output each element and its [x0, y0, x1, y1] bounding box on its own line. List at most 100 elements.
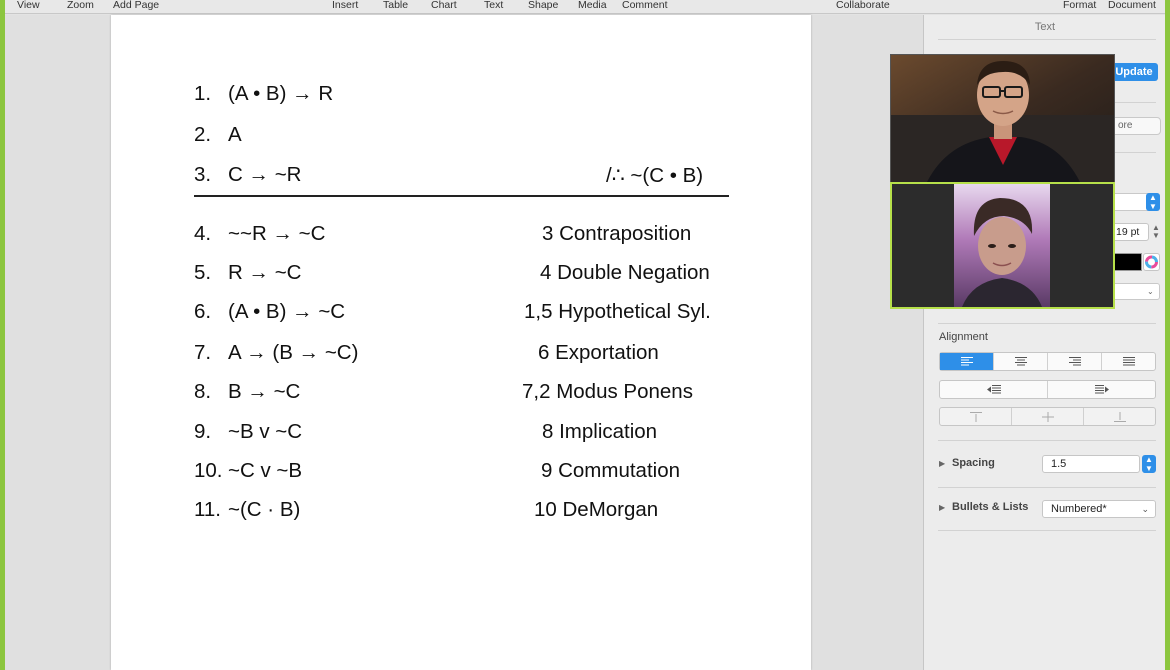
align-right-button[interactable] [1048, 353, 1102, 370]
line-number: 5. [194, 261, 212, 284]
align-right-icon [1068, 357, 1081, 366]
shape-button[interactable]: Shape [528, 0, 558, 11]
line-number: 2. [194, 123, 212, 146]
bullets-lists-select[interactable]: Numbered* ⌄ [1042, 500, 1156, 518]
line-formula: R → ~C [228, 261, 302, 284]
chevron-updown-icon[interactable]: ▲ ▼ [1142, 455, 1156, 473]
table-button[interactable]: Table [383, 0, 408, 11]
color-wheel-icon [1145, 255, 1158, 269]
color-wheel-button[interactable] [1143, 253, 1160, 271]
justify-button[interactable] [1102, 353, 1155, 370]
conclusion-rule [194, 195, 729, 197]
line-justification: 3 Contraposition [542, 222, 692, 245]
line-number: 7. [194, 341, 212, 364]
spacing-label: Spacing [952, 457, 995, 469]
disclosure-triangle-icon[interactable]: ▶ [939, 459, 945, 468]
bullets-lists-value: Numbered* [1051, 503, 1107, 515]
view-menu-button[interactable]: View [17, 0, 40, 11]
line-justification: 9 Commutation [541, 459, 681, 482]
toolbar: View Zoom Add Page Insert Table Chart Te… [5, 0, 1165, 14]
line-formula: ~~R → ~C [228, 222, 326, 245]
align-middle-button[interactable] [1012, 408, 1084, 425]
chart-button[interactable]: Chart [431, 0, 457, 11]
video-feed-self[interactable] [890, 182, 1115, 309]
character-styles-select[interactable]: ⌄ [1108, 283, 1160, 300]
increase-indent-button[interactable] [1048, 381, 1155, 398]
text-color-swatch [1111, 254, 1141, 270]
align-top-button[interactable] [940, 408, 1012, 425]
align-bottom-button[interactable] [1084, 408, 1155, 425]
justify-icon [1122, 357, 1135, 366]
line-justification: 6 Exportation [538, 341, 659, 364]
decrease-indent-icon [986, 385, 1001, 394]
zoom-menu-button[interactable]: Zoom [67, 0, 94, 11]
line-number: 11. [194, 498, 221, 521]
line-justification: 8 Implication [542, 420, 658, 443]
document-canvas: 1. (A • B) → R 2. A 3. C → ~R /∴ ~(C • B… [5, 15, 923, 670]
alignment-label: Alignment [939, 331, 988, 343]
line-number: 4. [194, 222, 212, 245]
update-button[interactable]: Update [1110, 63, 1158, 81]
bullets-lists-label: Bullets & Lists [952, 501, 1029, 513]
divider [938, 323, 1156, 324]
line-number: 1. [194, 82, 212, 105]
spacing-field[interactable]: 1.5 [1042, 455, 1140, 473]
person-video-image [892, 184, 1113, 307]
text-button[interactable]: Text [484, 0, 503, 11]
divider [938, 530, 1156, 531]
line-formula: (A • B) → ~C [228, 300, 346, 323]
comment-button[interactable]: Comment [622, 0, 668, 11]
document-page[interactable]: 1. (A • B) → R 2. A 3. C → ~R /∴ ~(C • B… [111, 15, 811, 670]
divider [938, 39, 1156, 40]
format-button[interactable]: Format [1063, 0, 1096, 11]
app-window: View Zoom Add Page Insert Table Chart Te… [5, 0, 1165, 670]
align-left-icon [960, 357, 973, 366]
align-center-icon [1014, 357, 1027, 366]
line-formula: ~(C · B) [228, 498, 301, 521]
video-feed-remote[interactable] [890, 54, 1115, 183]
line-number: 8. [194, 380, 212, 403]
font-size-field[interactable]: 19 pt [1109, 223, 1149, 241]
line-formula: C → ~R [228, 163, 302, 186]
collaborate-button[interactable]: Collaborate [836, 0, 890, 11]
line-justification: 7,2 Modus Ponens [522, 380, 693, 403]
line-formula: ~C v ~B [228, 459, 303, 482]
divider [938, 440, 1156, 441]
add-page-button[interactable]: Add Page [113, 0, 159, 11]
align-center-button[interactable] [994, 353, 1048, 370]
line-justification: 10 DeMorgan [534, 498, 659, 521]
align-middle-icon [1041, 411, 1054, 422]
line-justification: 1,5 Hypothetical Syl. [524, 300, 711, 323]
chevron-down-icon: ⌄ [1141, 504, 1149, 514]
person-video-image [891, 55, 1114, 182]
line-number: 10. [194, 459, 223, 482]
indent-control [939, 380, 1156, 399]
insert-button[interactable]: Insert [332, 0, 358, 11]
disclosure-triangle-icon[interactable]: ▶ [939, 503, 945, 512]
vertical-alignment-control [939, 407, 1156, 426]
increase-indent-icon [1094, 385, 1109, 394]
align-bottom-icon [1113, 411, 1126, 422]
line-number: 9. [194, 420, 212, 443]
line-formula: (A • B) → R [228, 82, 334, 105]
horizontal-alignment-control [939, 352, 1156, 371]
media-button[interactable]: Media [578, 0, 607, 11]
decrease-indent-button[interactable] [940, 381, 1048, 398]
inspector-title: Text [1034, 21, 1056, 33]
line-number: 3. [194, 163, 212, 186]
line-formula: ~B v ~C [228, 420, 303, 443]
align-left-button[interactable] [940, 353, 994, 370]
line-formula: A → (B → ~C) [228, 341, 359, 364]
line-formula: A [228, 123, 242, 146]
chevron-down-icon: ⌄ [1147, 287, 1154, 296]
document-button[interactable]: Document [1108, 0, 1156, 11]
more-button-label: ore [1118, 120, 1133, 131]
font-size-stepper-icon[interactable]: ▲ ▼ [1152, 224, 1160, 240]
line-justification: 4 Double Negation [540, 261, 710, 284]
divider [938, 487, 1156, 488]
chevron-updown-icon: ▲ ▼ [1146, 193, 1160, 211]
align-top-icon [969, 411, 982, 422]
conclusion: /∴ ~(C • B) [606, 164, 704, 187]
line-number: 6. [194, 300, 212, 323]
line-formula: B → ~C [228, 380, 301, 403]
